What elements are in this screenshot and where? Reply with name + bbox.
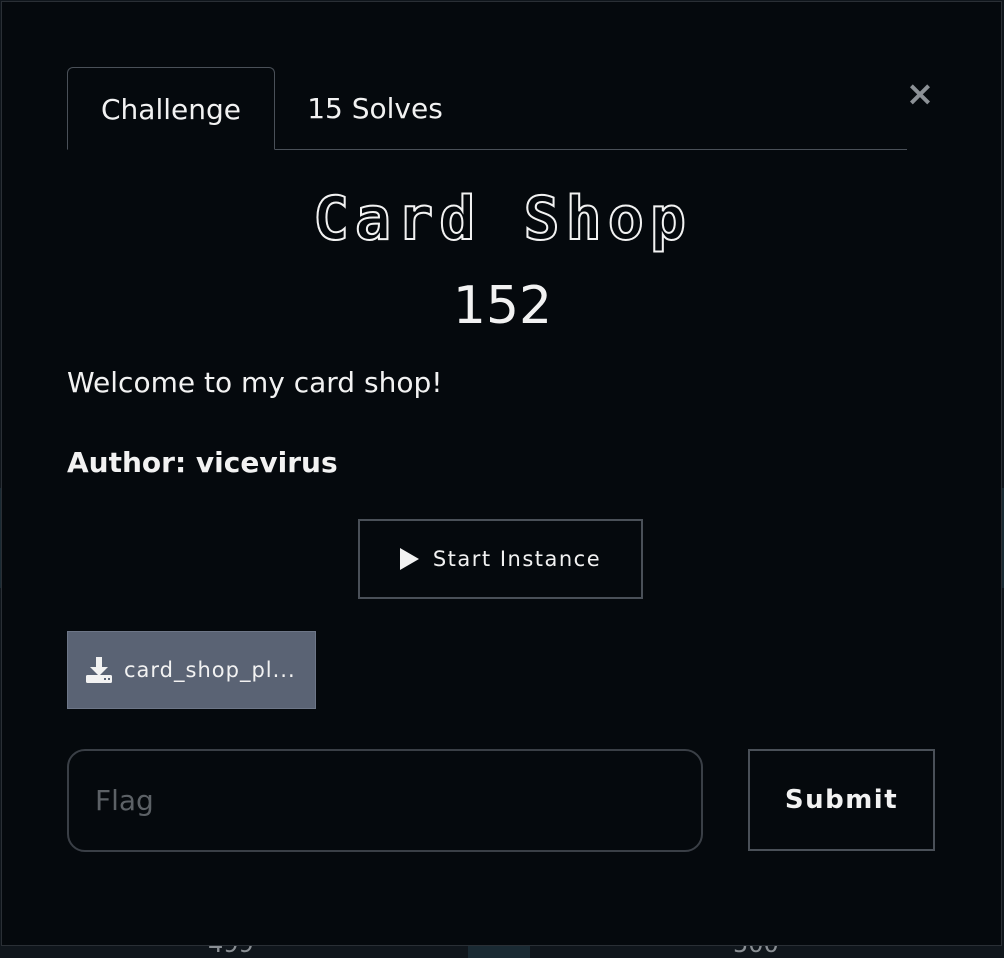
tab-challenge[interactable]: Challenge xyxy=(67,67,275,150)
challenge-description: Welcome to my card shop! xyxy=(67,366,443,399)
flag-input[interactable] xyxy=(67,749,703,852)
modal-tabs: Challenge 15 Solves xyxy=(67,67,907,150)
challenge-title: Card Shop xyxy=(312,183,693,255)
submit-button[interactable]: Submit xyxy=(748,749,935,851)
download-file-label: card_shop_pl... xyxy=(124,658,296,682)
download-file-button[interactable]: card_shop_pl... xyxy=(67,631,316,709)
challenge-points: 152 xyxy=(452,276,553,336)
challenge-modal: Challenge 15 Solves × Card Shop 152 Welc… xyxy=(1,1,1002,946)
start-instance-label: Start Instance xyxy=(432,547,602,571)
start-instance-button[interactable]: Start Instance xyxy=(358,519,643,599)
backdrop-card-strip-bottom xyxy=(468,946,530,958)
close-icon[interactable]: × xyxy=(900,74,940,114)
tab-solves[interactable]: 15 Solves xyxy=(275,67,475,150)
challenge-author: Author: vicevirus xyxy=(67,446,338,479)
download-icon xyxy=(86,657,112,683)
play-icon xyxy=(399,548,419,570)
